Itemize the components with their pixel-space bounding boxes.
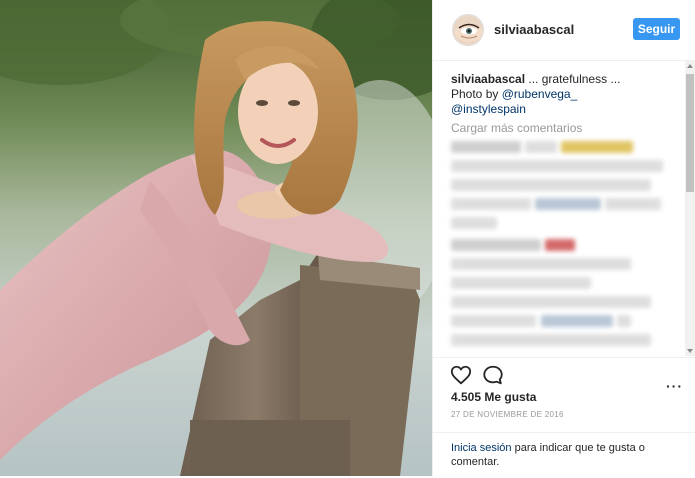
redacted-comment-mention <box>541 315 613 327</box>
post-header: silviaabascal Seguir <box>433 0 695 61</box>
like-button[interactable] <box>450 364 472 386</box>
redacted-comment-user <box>451 239 541 251</box>
comments-list[interactable]: silviaabascal ... gratefulness ... Photo… <box>433 61 685 356</box>
avatar-image <box>453 15 483 45</box>
post-photo[interactable] <box>0 0 432 476</box>
redacted-comment-text <box>605 198 661 210</box>
comments-scrollbar[interactable] <box>685 61 695 356</box>
instagram-post-modal: silviaabascal Seguir silviaabascal ... g… <box>0 0 695 476</box>
redacted-comment-user <box>451 141 521 153</box>
follow-button[interactable]: Seguir <box>633 18 680 40</box>
redacted-comment-mention <box>535 198 601 210</box>
post-date: 27 DE NOVIEMBRE DE 2016 <box>451 410 564 419</box>
scroll-down-arrow-icon[interactable] <box>687 349 693 353</box>
redacted-comment-text <box>451 296 651 308</box>
heart-icon <box>450 365 472 385</box>
comment-button[interactable] <box>482 364 504 386</box>
redacted-comment-text <box>451 160 663 172</box>
caption-credit-prefix: Photo by <box>451 87 502 101</box>
caption-username[interactable]: silviaabascal <box>451 72 525 86</box>
avatar[interactable] <box>452 14 484 46</box>
redacted-comment-emoji <box>561 141 633 153</box>
redacted-comment-text <box>451 334 651 346</box>
header-username[interactable]: silviaabascal <box>494 22 574 37</box>
scroll-up-arrow-icon[interactable] <box>687 64 693 68</box>
redacted-comment-text <box>451 217 497 229</box>
scroll-thumb[interactable] <box>686 74 694 192</box>
redacted-comment-text <box>451 315 536 327</box>
login-link[interactable]: Inicia sesión <box>451 442 512 454</box>
redacted-comment-emoji <box>545 239 575 251</box>
tag-link[interactable]: @instylespain <box>451 102 526 116</box>
comment-icon <box>483 365 503 385</box>
login-prompt: Inicia sesión para indicar que te gusta … <box>433 432 695 478</box>
redacted-comment-text <box>525 141 557 153</box>
more-options-button[interactable]: ··· <box>666 378 683 394</box>
redacted-comment-text <box>451 258 631 270</box>
caption-text: ... gratefulness ... <box>525 72 621 86</box>
redacted-comment-text <box>451 198 531 210</box>
redacted-comment-text <box>451 179 651 191</box>
post-actions: 4.505 Me gusta 27 DE NOVIEMBRE DE 2016 ·… <box>433 357 695 477</box>
redacted-comment-text <box>617 315 631 327</box>
credit-link[interactable]: @rubenvega_ <box>502 87 578 101</box>
post-photo-image <box>0 0 432 476</box>
login-prompt-text: Inicia sesión para indicar que te gusta … <box>451 441 661 469</box>
redacted-comment-text <box>451 277 591 289</box>
post-caption: silviaabascal ... gratefulness ... Photo… <box>451 72 679 117</box>
likes-count[interactable]: 4.505 Me gusta <box>451 390 536 404</box>
load-more-comments[interactable]: Cargar más comentarios <box>451 121 582 135</box>
post-side-panel: silviaabascal Seguir silviaabascal ... g… <box>432 0 695 476</box>
